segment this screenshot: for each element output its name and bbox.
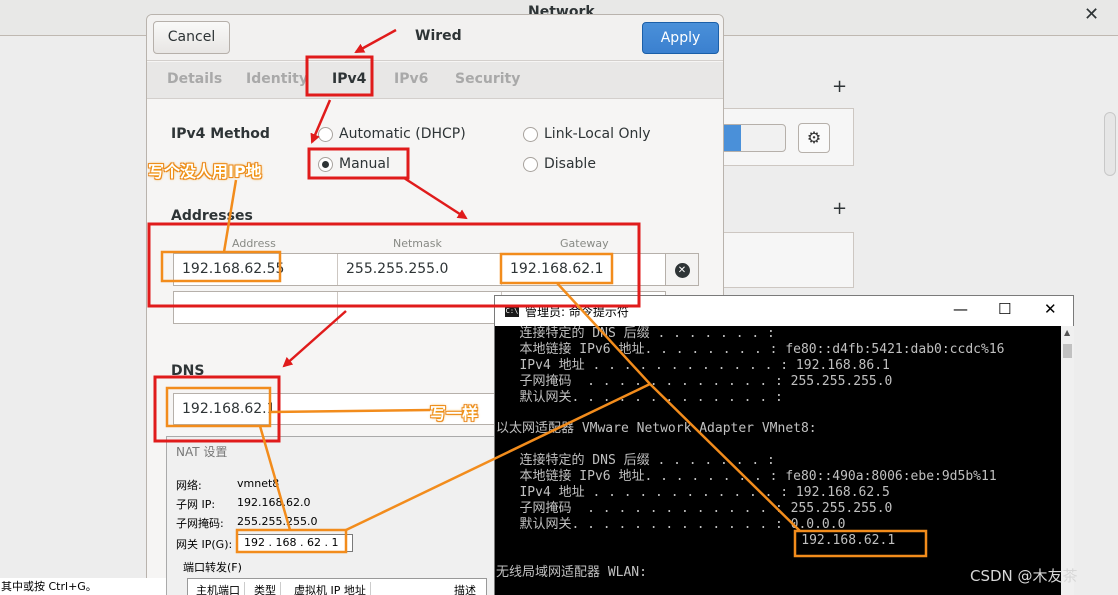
annotation-write-unused-ip: 写个没人用IP地 [148,162,262,181]
close-icon[interactable]: ✕ [1044,300,1057,318]
cmd-scrollbar[interactable]: ▲ [1061,326,1074,595]
tab-ipv4[interactable]: IPv4 [332,71,366,87]
tab-identity[interactable]: Identity [246,71,308,87]
table-header-description: 描述 [454,584,476,595]
cmd-window-title: 管理员: 命令提示符 [525,305,629,319]
annotation-write-same: 写一样 [430,404,479,423]
radio-label-disable: Disable [544,156,596,172]
csdn-watermark: CSDN @木友茶 [970,567,1078,585]
gear-icon[interactable]: ⚙ [798,123,830,153]
add-connection-plus-icon[interactable]: + [832,76,847,97]
column-header-address: Address [232,237,276,250]
cmd-output-line [496,549,1061,565]
netmask-input-empty[interactable] [338,292,502,323]
nat-network-value: vmnet8 [237,477,280,490]
cmd-output-line: IPv4 地址 . . . . . . . . . . . . : 192.16… [496,357,890,373]
radio-circle-checked[interactable] [318,156,333,172]
nat-subnet-ip-label: 子网 IP: [176,498,216,511]
cmd-titlebar: C:\ 管理员: 命令提示符 — ☐ ✕ [495,296,1073,326]
netmask-input[interactable]: 255.255.255.0 [338,254,502,285]
cmd-output-line: 192.168.62.1 [496,532,896,548]
cmd-output-line: 子网掩码 . . . . . . . . . . . . : 255.255.2… [496,500,893,516]
cmd-output-line: 连接特定的 DNS 后缀 . . . . . . . : [496,453,775,469]
gateway-input[interactable]: 192.168.62.1 [502,254,665,285]
address-input-empty[interactable] [174,292,338,323]
cmd-output-line [496,437,1061,453]
dialog-header: Cancel Wired Apply [147,15,723,61]
cmd-output-line: 连接特定的 DNS 后缀 . . . . . . . : [496,326,775,341]
cmd-app-icon: C:\ [505,305,519,317]
radio-circle[interactable] [318,126,333,142]
add-vpn-plus-icon[interactable]: + [832,198,847,219]
nat-settings-window: NAT 设置 网络: vmnet8 子网 IP: 192.168.62.0 子网… [166,436,498,595]
dns-label: DNS [171,363,205,379]
scroll-thumb[interactable] [1063,344,1072,358]
vpn-panel [720,232,854,288]
cmd-output-line [496,406,1061,422]
port-forwarding-table: 主机端口 类型 虚拟机 IP 地址 描述 [187,578,487,595]
ipv4-method-label: IPv4 Method [171,126,270,142]
dialog-title: Wired [415,28,462,44]
nat-subnet-ip-value: 192.168.62.0 [237,496,311,509]
delete-address-button[interactable]: ✕ [665,253,699,286]
command-prompt-window: C:\ 管理员: 命令提示符 — ☐ ✕ 连接特定的 DNS 后缀 . . . … [494,295,1074,595]
cmd-output-line: 子网掩码 . . . . . . . . . . . . : 255.255.2… [496,373,893,389]
close-icon[interactable]: ✕ [1084,4,1099,25]
table-header-type: 类型 [254,582,281,595]
cmd-output: 连接特定的 DNS 后缀 . . . . . . . : 本地链接 IPv6 地… [495,326,1061,595]
nat-gateway-label: 网关 IP(G): [176,538,233,551]
radio-manual[interactable]: Manual [318,156,390,172]
radio-link-local-only[interactable]: Link-Local Only [523,126,651,142]
tab-security[interactable]: Security [455,71,520,87]
settings-tabs: Details Identity IPv4 IPv6 Security [147,62,723,99]
maximize-icon[interactable]: ☐ [998,300,1011,318]
tab-ipv6[interactable]: IPv6 [394,71,428,87]
cancel-button[interactable]: Cancel [153,21,230,54]
column-header-netmask: Netmask [393,237,442,250]
apply-button[interactable]: Apply [642,22,719,54]
wired-toggle-switch[interactable] [720,124,786,152]
scrollbar[interactable] [1104,112,1116,176]
address-row: 192.168.62.55 255.255.255.0 192.168.62.1 [173,253,666,286]
address-input[interactable]: 192.168.62.55 [174,254,338,285]
nat-network-label: 网络: [176,479,202,492]
radio-label-manual: Manual [339,156,390,172]
radio-circle[interactable] [523,156,538,172]
radio-automatic-dhcp[interactable]: Automatic (DHCP) [318,126,466,142]
cmd-output-line: 默认网关. . . . . . . . . . . . . : 0.0.0.0 [496,516,846,532]
column-header-gateway: Gateway [560,237,609,250]
table-header-vm-ip: 虚拟机 IP 地址 [294,582,371,595]
radio-circle[interactable] [523,126,538,142]
nat-subnet-mask-label: 子网掩码: [176,517,224,530]
nat-subnet-mask-value: 255.255.255.0 [237,515,318,528]
minimize-icon[interactable]: — [953,300,968,318]
nat-gateway-input[interactable]: 192 . 168 . 62 . 1 [237,534,353,552]
radio-label-link-local: Link-Local Only [544,126,651,142]
cmd-output-line: 本地链接 IPv6 地址. . . . . . . . : fe80::d4fb… [496,341,1005,357]
cmd-output-line: 默认网关. . . . . . . . . . . . . : [496,389,783,405]
cmd-output-line: IPv4 地址 . . . . . . . . . . . . : 192.16… [496,485,890,501]
status-bar-text: 其中或按 Ctrl+G。 [0,578,166,595]
scroll-up-icon[interactable]: ▲ [1064,328,1070,337]
addresses-label: Addresses [171,208,253,224]
port-forwarding-label: 端口转发(F) [183,561,242,574]
table-header-host-port: 主机端口 [196,582,245,595]
cmd-output-line: 本地链接 IPv6 地址. . . . . . . . : fe80::490a… [496,469,997,485]
delete-icon: ✕ [674,263,690,278]
cmd-output-line: 以太网适配器 VMware Network Adapter VMnet8: [496,421,817,437]
radio-disable[interactable]: Disable [523,156,596,172]
radio-label-automatic: Automatic (DHCP) [339,126,466,142]
nat-window-title: NAT 设置 [176,445,228,459]
tab-details[interactable]: Details [167,71,222,87]
